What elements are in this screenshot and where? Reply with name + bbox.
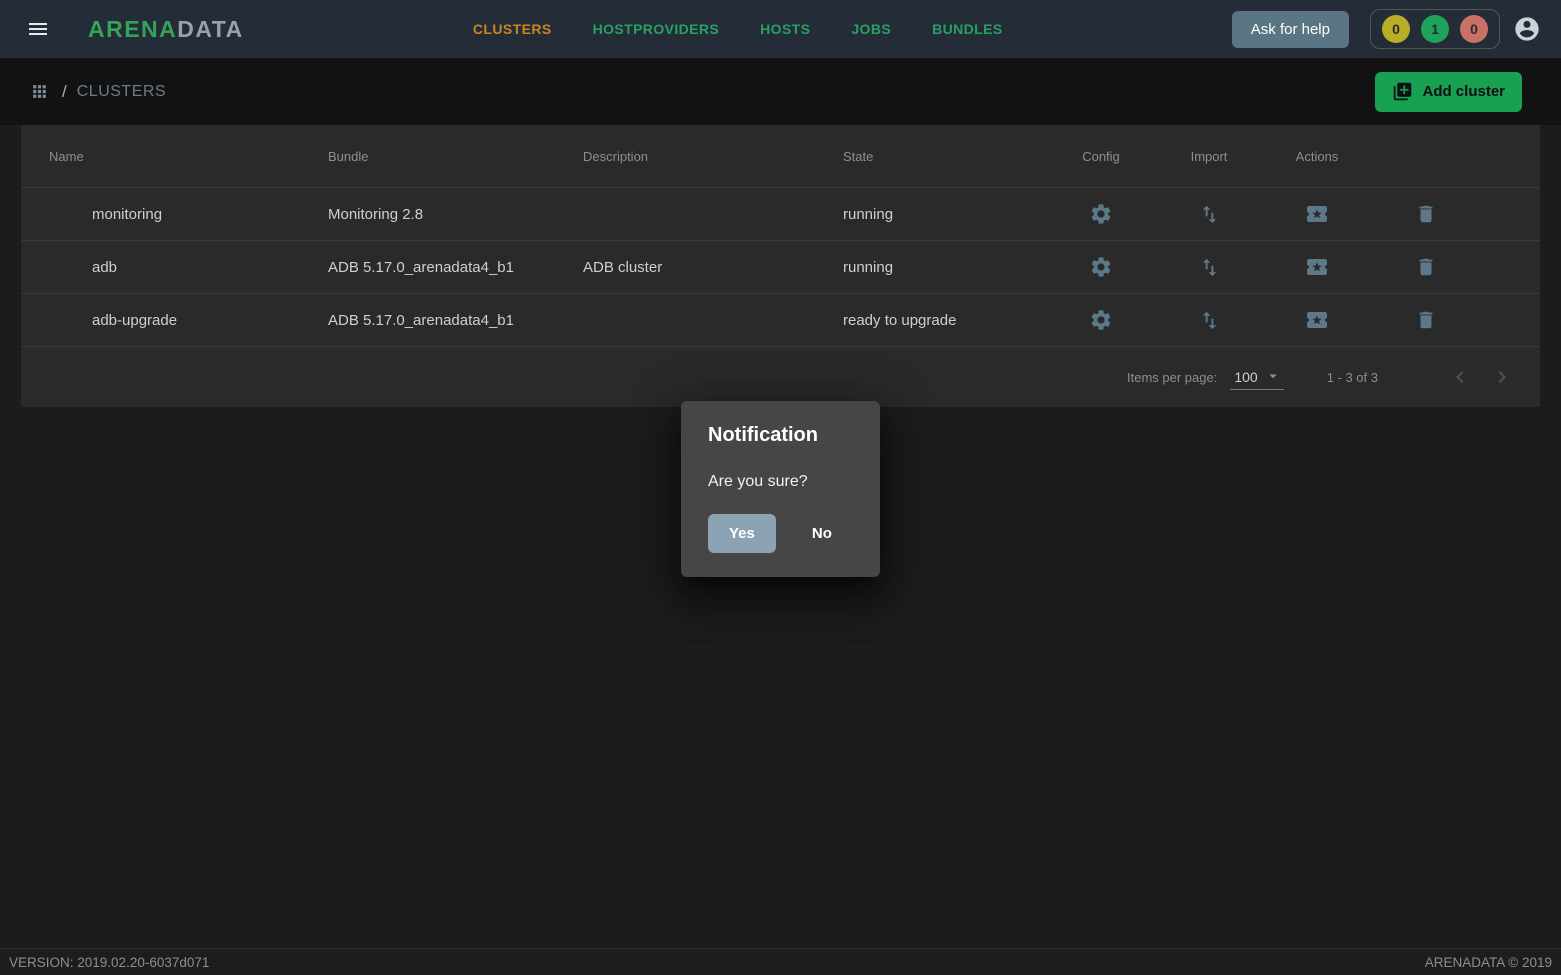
cluster-bundle: ADB 5.17.0_arenadata4_b1 [308,259,563,276]
import-export-icon[interactable] [1155,203,1263,226]
nav-bundles[interactable]: BUNDLES [932,21,1002,37]
clusters-table: Name Bundle Description State Config Imp… [21,125,1540,407]
nav-hostproviders[interactable]: HOSTPROVIDERS [593,21,720,37]
breadcrumb-current: CLUSTERS [77,83,166,101]
cluster-state: running [823,259,1047,276]
arenadata-logo: ARENADATA [88,16,244,43]
cluster-name[interactable]: adb-upgrade [21,312,308,329]
jobs-badge-green[interactable]: 1 [1421,15,1449,43]
job-status-badges: 0 1 0 [1370,9,1500,49]
dialog-message: Are you sure? [708,473,856,491]
cluster-state: ready to upgrade [823,312,1047,329]
col-header-import: Import [1155,149,1263,164]
table-row[interactable]: adb-upgrade ADB 5.17.0_arenadata4_b1 rea… [21,293,1540,346]
import-export-icon[interactable] [1155,256,1263,279]
cluster-name[interactable]: monitoring [21,206,308,223]
jobs-badge-yellow[interactable]: 0 [1382,15,1410,43]
items-per-page-label: Items per page: [1127,370,1217,385]
page-range-label: 1 - 3 of 3 [1327,370,1378,385]
col-header-state: State [823,149,1047,164]
apps-grid-icon[interactable] [30,82,49,101]
ask-for-help-button[interactable]: Ask for help [1232,11,1349,48]
actions-ticket-star-icon[interactable] [1263,255,1371,279]
add-cluster-label: Add cluster [1422,83,1505,100]
table-header-row: Name Bundle Description State Config Imp… [21,125,1540,187]
cluster-bundle: ADB 5.17.0_arenadata4_b1 [308,312,563,329]
nav-jobs[interactable]: JOBS [851,21,891,37]
no-button[interactable]: No [799,514,845,553]
cluster-name[interactable]: adb [21,259,308,276]
logo-part-arena: ARENA [88,16,177,42]
cluster-state: running [823,206,1047,223]
chevron-down-icon [1264,367,1282,385]
nav-hosts[interactable]: HOSTS [760,21,810,37]
notification-dialog: Notification Are you sure? Yes No [681,401,880,577]
actions-ticket-star-icon[interactable] [1263,308,1371,332]
cluster-description: ADB cluster [563,259,823,276]
col-header-config: Config [1047,149,1155,164]
next-page-button[interactable] [1490,365,1514,389]
version-label: VERSION: 2019.02.20-6037d071 [9,955,209,970]
trash-icon[interactable] [1371,256,1481,278]
page-size-value: 100 [1234,369,1257,385]
table-row[interactable]: adb ADB 5.17.0_arenadata4_b1 ADB cluster… [21,240,1540,293]
table-row[interactable]: monitoring Monitoring 2.8 running [21,187,1540,240]
col-header-name: Name [21,149,308,164]
breadcrumb-separator: / [62,82,67,102]
breadcrumb-bar: / CLUSTERS Add cluster [0,58,1561,125]
logo-part-data: DATA [177,16,243,42]
trash-icon[interactable] [1371,309,1481,331]
config-gear-icon[interactable] [1047,255,1155,279]
main-nav: CLUSTERS HOSTPROVIDERS HOSTS JOBS BUNDLE… [473,21,1003,37]
trash-icon[interactable] [1371,203,1481,225]
yes-button[interactable]: Yes [708,514,776,553]
user-avatar-icon[interactable] [1513,15,1541,43]
dialog-title: Notification [708,424,856,447]
nav-clusters[interactable]: CLUSTERS [473,21,552,37]
config-gear-icon[interactable] [1047,202,1155,226]
hamburger-menu-button[interactable] [16,7,60,51]
library-add-icon [1392,81,1413,102]
table-paginator: Items per page: 100 1 - 3 of 3 [21,346,1540,407]
col-header-description: Description [563,149,823,164]
import-export-icon[interactable] [1155,309,1263,332]
config-gear-icon[interactable] [1047,308,1155,332]
jobs-badge-red[interactable]: 0 [1460,15,1488,43]
cluster-bundle: Monitoring 2.8 [308,206,563,223]
actions-ticket-star-icon[interactable] [1263,202,1371,226]
page-size-select[interactable]: 100 [1230,365,1283,390]
footer: VERSION: 2019.02.20-6037d071 ARENADATA ©… [0,948,1561,975]
dialog-actions: Yes No [708,514,856,553]
col-header-bundle: Bundle [308,149,563,164]
col-header-actions: Actions [1263,149,1371,164]
copyright-label: ARENADATA © 2019 [1425,955,1552,970]
previous-page-button[interactable] [1448,365,1472,389]
top-navbar: ARENADATA CLUSTERS HOSTPROVIDERS HOSTS J… [0,0,1561,58]
hamburger-icon [26,17,50,41]
add-cluster-button[interactable]: Add cluster [1375,72,1522,112]
